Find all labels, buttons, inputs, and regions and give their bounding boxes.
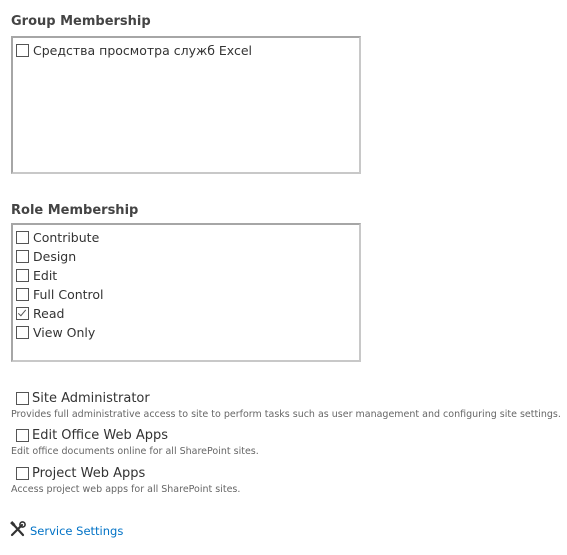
- role-item-label: Edit: [33, 267, 58, 283]
- role-item-label: Full Control: [33, 286, 104, 302]
- site-administrator-description: Provides full administrative access to s…: [11, 409, 561, 420]
- role-item-read[interactable]: Read: [16, 304, 64, 322]
- edit-office-web-apps-option[interactable]: Edit Office Web Apps: [16, 428, 168, 443]
- role-item-label: Design: [33, 248, 77, 264]
- role-item-edit[interactable]: Edit: [16, 266, 57, 284]
- role-membership-title: Role Membership: [11, 203, 139, 218]
- group-item-excel-viewers[interactable]: Средства просмотра служб Excel: [16, 41, 252, 59]
- site-administrator-checkbox[interactable]: [16, 392, 29, 405]
- group-membership-title: Group Membership: [11, 14, 151, 29]
- site-administrator-label: Site Administrator: [32, 391, 150, 406]
- role-item-label: Contribute: [33, 229, 100, 245]
- role-membership-listbox[interactable]: Contribute Design Edit Full Control Read…: [11, 223, 361, 362]
- project-web-apps-option[interactable]: Project Web Apps: [16, 466, 145, 481]
- service-settings[interactable]: Service Settings: [9, 521, 123, 541]
- project-web-apps-checkbox[interactable]: [16, 467, 29, 480]
- role-checkbox-edit[interactable]: [16, 268, 29, 282]
- role-checkbox-view-only[interactable]: [16, 325, 29, 339]
- role-item-design[interactable]: Design: [16, 247, 76, 265]
- project-web-apps-label: Project Web Apps: [32, 466, 146, 481]
- role-item-full-control[interactable]: Full Control: [16, 285, 104, 303]
- role-item-view-only[interactable]: View Only: [16, 323, 95, 341]
- role-item-label: Read: [33, 305, 65, 321]
- service-settings-link[interactable]: Service Settings: [30, 524, 123, 538]
- edit-office-web-apps-checkbox[interactable]: [16, 429, 29, 442]
- project-web-apps-description: Access project web apps for all SharePoi…: [11, 484, 241, 495]
- site-administrator-option[interactable]: Site Administrator: [16, 391, 150, 406]
- role-checkbox-full-control[interactable]: [16, 287, 29, 301]
- role-item-label: View Only: [33, 324, 96, 340]
- group-membership-listbox[interactable]: Средства просмотра служб Excel: [11, 36, 361, 174]
- role-checkbox-design[interactable]: [16, 249, 29, 263]
- edit-office-web-apps-label: Edit Office Web Apps: [32, 428, 169, 443]
- tools-icon: [9, 521, 26, 541]
- group-item-checkbox[interactable]: [16, 43, 29, 57]
- group-item-label: Средства просмотра служб Excel: [33, 42, 253, 58]
- role-checkbox-contribute[interactable]: [16, 230, 29, 244]
- role-checkbox-read[interactable]: [16, 306, 29, 320]
- role-item-contribute[interactable]: Contribute: [16, 228, 99, 246]
- edit-office-web-apps-description: Edit office documents online for all Sha…: [11, 446, 259, 457]
